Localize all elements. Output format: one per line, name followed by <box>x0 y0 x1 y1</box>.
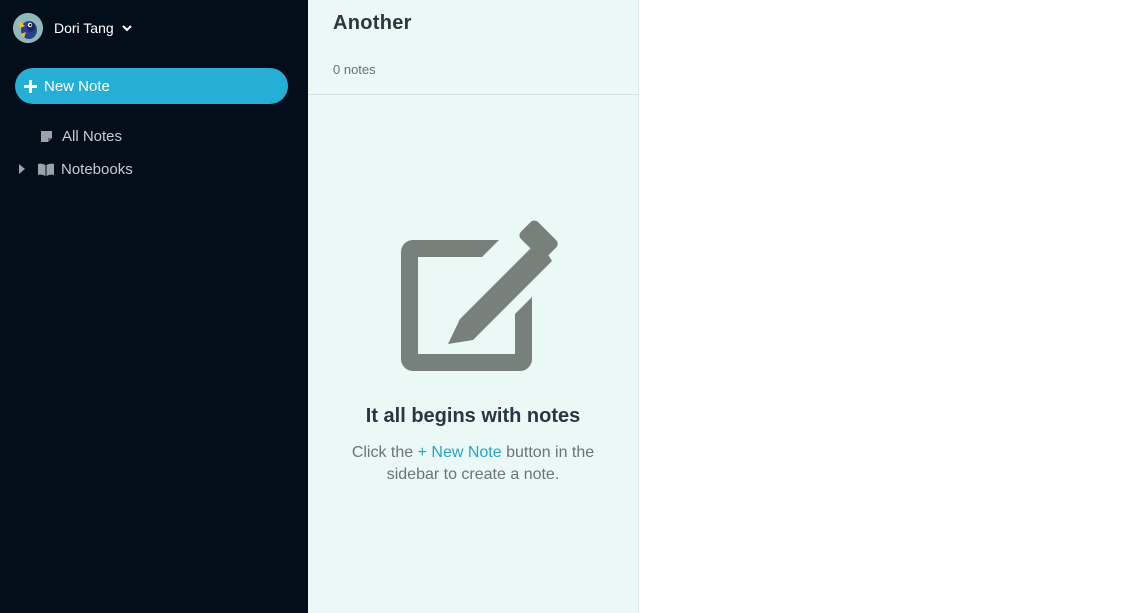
new-note-label: New Note <box>44 77 110 95</box>
sidebar-item-label: All Notes <box>62 127 123 145</box>
sidebar: Dori Tang New Note All Notes Notebooks <box>0 0 308 613</box>
note-count: 0 notes <box>333 62 376 77</box>
empty-state-text: Click the + New Note button in the sideb… <box>338 442 608 486</box>
caret-right-icon[interactable] <box>19 164 27 174</box>
note-icon <box>40 130 53 143</box>
sidebar-item-notebooks[interactable]: Notebooks <box>19 159 133 179</box>
user-menu[interactable]: Dori Tang <box>13 13 132 43</box>
plus-icon <box>24 79 37 93</box>
user-name: Dori Tang <box>54 20 114 36</box>
new-note-button[interactable]: New Note <box>15 68 288 104</box>
sidebar-item-all-notes[interactable]: All Notes <box>40 126 122 146</box>
empty-state: It all begins with notes Click the + New… <box>308 220 638 486</box>
empty-text-before: Click the <box>351 444 418 461</box>
note-list-panel: Another 0 notes It all begins with notes… <box>308 0 639 613</box>
notebook-title: Another <box>333 12 412 34</box>
editor-pane <box>639 0 1135 613</box>
avatar <box>13 13 43 43</box>
chevron-down-icon <box>121 23 132 33</box>
book-icon <box>38 163 54 176</box>
empty-state-heading: It all begins with notes <box>365 405 581 427</box>
new-note-link[interactable]: + New Note <box>418 444 502 461</box>
note-list-header: Another 0 notes <box>308 0 638 95</box>
edit-icon[interactable] <box>387 220 559 375</box>
sidebar-item-label: Notebooks <box>61 160 133 178</box>
